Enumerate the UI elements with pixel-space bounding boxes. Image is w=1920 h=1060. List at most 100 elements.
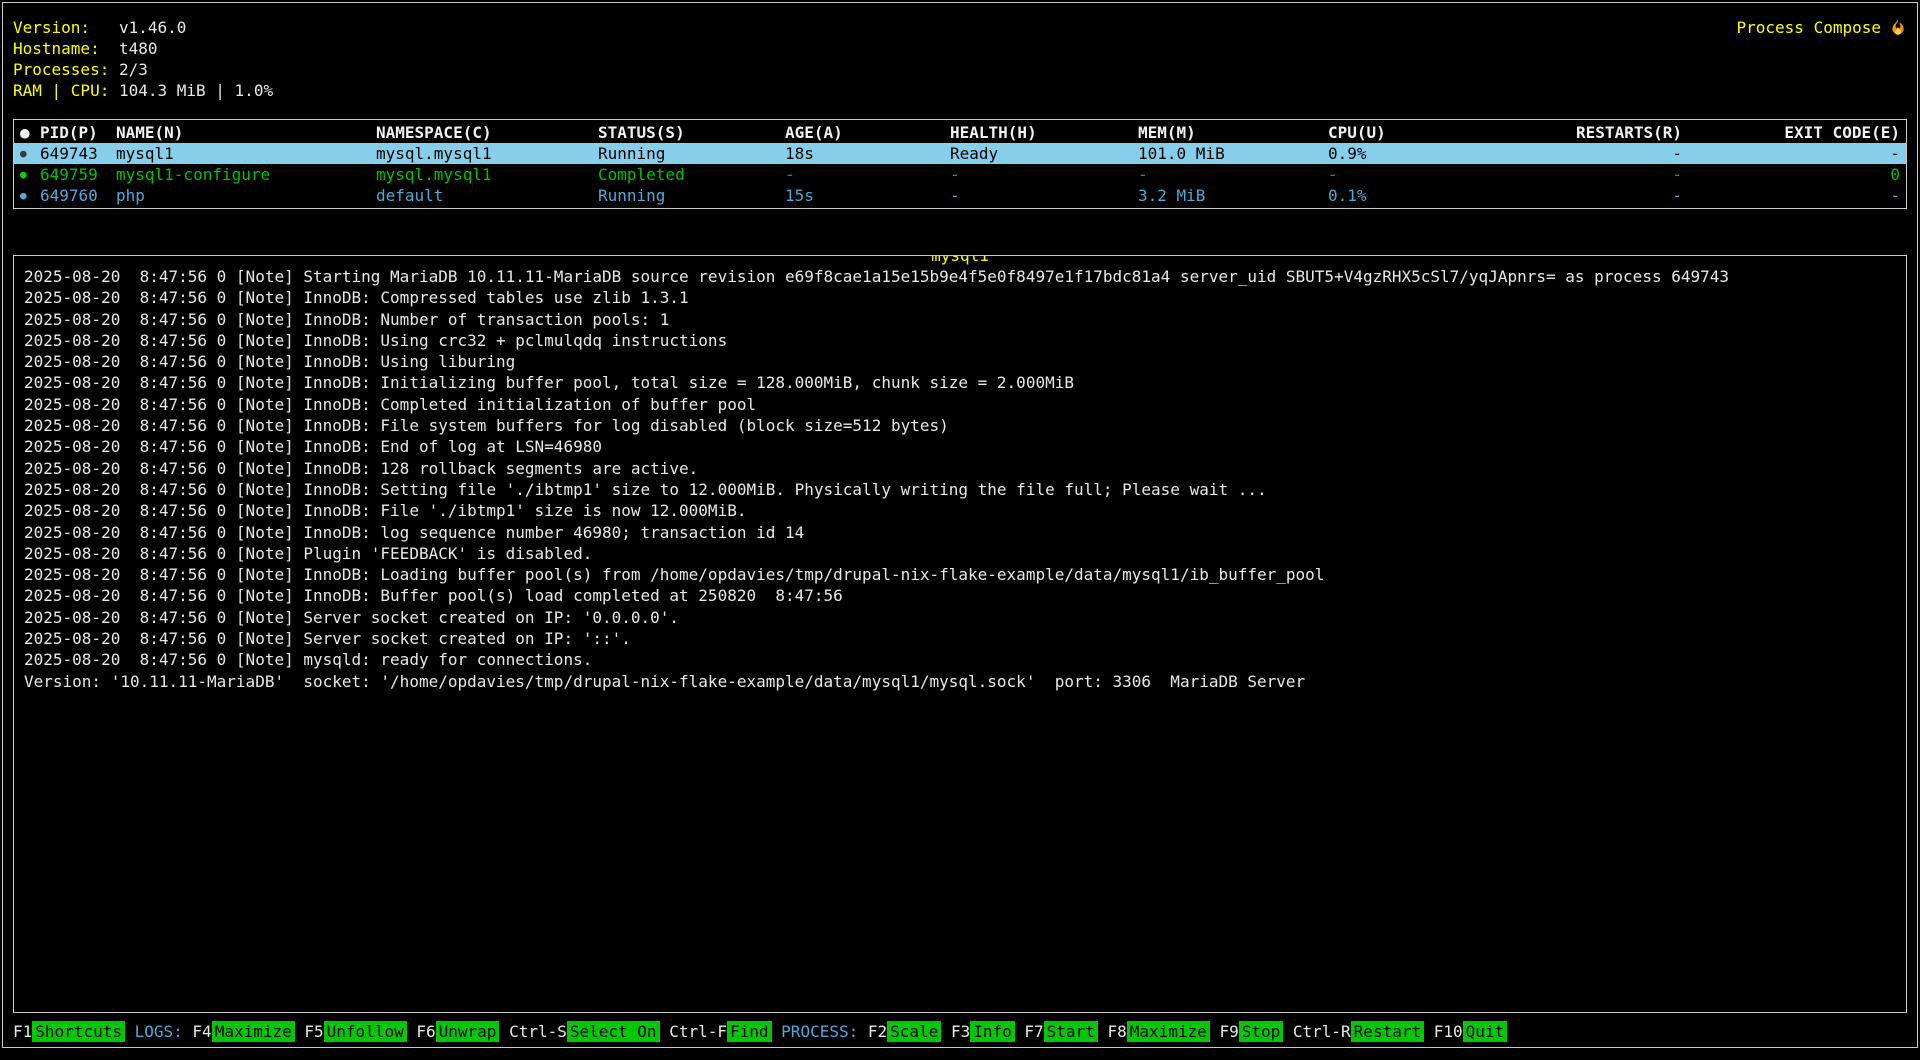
log-line: 2025-08-20 8:47:56 0 [Note] InnoDB: Numb…: [24, 309, 1896, 330]
shortcut-category-logs: LOGS:: [135, 1022, 183, 1041]
shortcut-scale-button[interactable]: Scale: [887, 1021, 941, 1042]
process-table-header: ●PID(P)NAME(N)NAMESPACE(C)STATUS(S)AGE(A…: [14, 122, 1906, 143]
header-field-label: RAM | CPU:: [13, 80, 119, 101]
log-line: 2025-08-20 8:47:56 0 [Note] InnoDB: File…: [24, 415, 1896, 436]
process-exit-code: -: [1682, 143, 1900, 164]
header-field: Hostname:t480: [13, 38, 273, 59]
shortcut-maximize-button[interactable]: Maximize: [1127, 1021, 1210, 1042]
shortcut-restart-button[interactable]: Restart: [1351, 1021, 1424, 1042]
log-panel[interactable]: mysql1 2025-08-20 8:47:56 0 [Note] Start…: [13, 255, 1907, 1013]
process-status: Completed: [598, 164, 785, 185]
log-line: 2025-08-20 8:47:56 0 [Note] InnoDB: Sett…: [24, 479, 1896, 500]
process-age: 18s: [785, 143, 950, 164]
log-line: 2025-08-20 8:47:56 0 [Note] InnoDB: Load…: [24, 564, 1896, 585]
process-pid: 649743: [40, 143, 116, 164]
column-header-age-a[interactable]: AGE(A): [785, 122, 950, 143]
flame-icon: [1889, 17, 1907, 37]
log-line: 2025-08-20 8:47:56 0 [Note] InnoDB: Usin…: [24, 351, 1896, 372]
shortcut-key-f5: F5: [304, 1022, 323, 1041]
header-field: Processes:2/3: [13, 59, 273, 80]
column-header-name-n[interactable]: NAME(N): [116, 122, 376, 143]
shortcut-key-f1: F1: [13, 1022, 32, 1041]
shortcut-unwrap-button[interactable]: Unwrap: [436, 1021, 500, 1042]
process-age: 15s: [785, 185, 950, 206]
column-header-exit-code-e[interactable]: EXIT CODE(E): [1682, 122, 1900, 143]
process-pid: 649759: [40, 164, 116, 185]
column-header-cpu-u[interactable]: CPU(U): [1328, 122, 1470, 143]
header-field: RAM | CPU:104.3 MiB | 1.0%: [13, 80, 273, 101]
shortcut-key-f4: F4: [192, 1022, 211, 1041]
shortcut-key-f7: F7: [1024, 1022, 1043, 1041]
process-age: -: [785, 164, 950, 185]
shortcut-bar: F1Shortcuts LOGS: F4Maximize F5Unfollow …: [13, 1021, 1907, 1043]
log-lines: 2025-08-20 8:47:56 0 [Note] Starting Mar…: [24, 266, 1896, 692]
log-line: 2025-08-20 8:47:56 0 [Note] Server socke…: [24, 607, 1896, 628]
shortcut-key-ctrl-r: Ctrl-R: [1293, 1022, 1351, 1041]
header-field-label: Processes:: [13, 59, 119, 80]
log-line: Version: '10.11.11-MariaDB' socket: '/ho…: [24, 671, 1896, 692]
app-title-text: Process Compose: [1737, 17, 1882, 38]
process-name: mysql1: [116, 143, 376, 164]
shortcut-key-f2: F2: [868, 1022, 887, 1041]
process-row-mysql1-configure[interactable]: ●649759mysql1-configuremysql.mysql1Compl…: [14, 164, 1906, 185]
log-line: 2025-08-20 8:47:56 0 [Note] InnoDB: Comp…: [24, 394, 1896, 415]
process-restarts: -: [1470, 185, 1682, 206]
column-header-status-s[interactable]: STATUS(S): [598, 122, 785, 143]
shortcut-quit-button[interactable]: Quit: [1463, 1021, 1508, 1042]
log-line: 2025-08-20 8:47:56 0 [Note] InnoDB: End …: [24, 436, 1896, 457]
process-restarts: -: [1470, 164, 1682, 185]
shortcut-select-on-button[interactable]: Select On: [567, 1021, 660, 1042]
log-line: 2025-08-20 8:47:56 0 [Note] Starting Mar…: [24, 266, 1896, 287]
process-health: -: [950, 164, 1138, 185]
shortcut-key-ctrl-f: Ctrl-F: [669, 1022, 727, 1041]
process-namespace: default: [376, 185, 598, 206]
log-line: 2025-08-20 8:47:56 0 [Note] Server socke…: [24, 628, 1896, 649]
column-header-mem-m[interactable]: MEM(M): [1138, 122, 1328, 143]
shortcut-shortcuts-button[interactable]: Shortcuts: [32, 1021, 125, 1042]
status-dot-icon: ●: [20, 164, 40, 185]
column-header-namespace-c[interactable]: NAMESPACE(C): [376, 122, 598, 143]
header-field-label: Hostname:: [13, 38, 119, 59]
status-dot-icon: ●: [20, 143, 40, 164]
app-window: Version:v1.46.0Hostname:t480Processes:2/…: [2, 2, 1918, 1048]
shortcut-maximize-button[interactable]: Maximize: [212, 1021, 295, 1042]
process-health: -: [950, 185, 1138, 206]
shortcut-key-f8: F8: [1107, 1022, 1126, 1041]
process-row-mysql1[interactable]: ●649743mysql1mysql.mysql1Running18sReady…: [14, 143, 1906, 164]
header-field: Version:v1.46.0: [13, 17, 273, 38]
process-name: php: [116, 185, 376, 206]
shortcut-category-process: PROCESS:: [781, 1022, 858, 1041]
shortcut-start-button[interactable]: Start: [1044, 1021, 1098, 1042]
header-field-label: Version:: [13, 17, 119, 38]
status-icon-column-header[interactable]: ●: [20, 122, 40, 143]
shortcut-info-button[interactable]: Info: [970, 1021, 1015, 1042]
shortcut-unfollow-button[interactable]: Unfollow: [324, 1021, 407, 1042]
process-namespace: mysql.mysql1: [376, 143, 598, 164]
header-field-value: v1.46.0: [119, 18, 186, 37]
log-line: 2025-08-20 8:47:56 0 [Note] InnoDB: Usin…: [24, 330, 1896, 351]
status-dot-icon: ●: [20, 185, 40, 206]
log-panel-title: mysql1: [929, 255, 991, 266]
column-header-pid-p[interactable]: PID(P): [40, 122, 116, 143]
log-line: 2025-08-20 8:47:56 0 [Note] InnoDB: 128 …: [24, 458, 1896, 479]
process-table-body: ●649743mysql1mysql.mysql1Running18sReady…: [14, 143, 1906, 206]
log-line: 2025-08-20 8:47:56 0 [Note] Plugin 'FEED…: [24, 543, 1896, 564]
header: Version:v1.46.0Hostname:t480Processes:2/…: [13, 3, 1907, 101]
process-exit-code: 0: [1682, 164, 1900, 185]
shortcut-key-ctrl-s: Ctrl-S: [509, 1022, 567, 1041]
log-line: 2025-08-20 8:47:56 0 [Note] InnoDB: Buff…: [24, 585, 1896, 606]
process-table: ●PID(P)NAME(N)NAMESPACE(C)STATUS(S)AGE(A…: [13, 119, 1907, 209]
shortcut-find-button[interactable]: Find: [727, 1021, 772, 1042]
shortcut-key-f3: F3: [951, 1022, 970, 1041]
header-field-value: 104.3 MiB | 1.0%: [119, 81, 273, 100]
header-field-value: t480: [119, 39, 158, 58]
system-info: Version:v1.46.0Hostname:t480Processes:2/…: [13, 17, 273, 101]
shortcut-key-f6: F6: [416, 1022, 435, 1041]
log-line: 2025-08-20 8:47:56 0 [Note] mysqld: read…: [24, 649, 1896, 670]
log-line: 2025-08-20 8:47:56 0 [Note] InnoDB: Comp…: [24, 287, 1896, 308]
process-row-php[interactable]: ●649760phpdefaultRunning15s-3.2 MiB0.1%-…: [14, 185, 1906, 206]
shortcut-stop-button[interactable]: Stop: [1239, 1021, 1284, 1042]
column-header-restarts-r[interactable]: RESTARTS(R): [1470, 122, 1682, 143]
column-header-health-h[interactable]: HEALTH(H): [950, 122, 1138, 143]
log-line: 2025-08-20 8:47:56 0 [Note] InnoDB: log …: [24, 522, 1896, 543]
